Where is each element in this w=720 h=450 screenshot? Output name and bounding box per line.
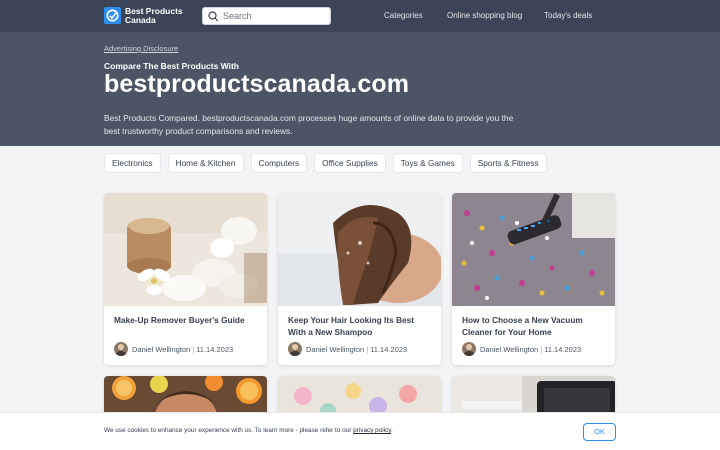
- category-chip-toys-games[interactable]: Toys & Games: [392, 153, 463, 173]
- hero-title: bestproductscanada.com: [104, 70, 410, 98]
- search-box[interactable]: [202, 7, 331, 25]
- article-date: 11.14.2023: [196, 344, 234, 354]
- search-input[interactable]: [223, 9, 327, 23]
- article-card[interactable]: How to Choose a New Vacuum Cleaner for Y…: [452, 193, 615, 365]
- article-card[interactable]: Keep Your Hair Looking Its Best With a N…: [278, 193, 441, 365]
- author-avatar: [462, 342, 476, 356]
- meta-separator: |: [540, 344, 543, 354]
- privacy-policy-link[interactable]: privacy policy: [353, 427, 391, 434]
- category-chip-sports-fitness[interactable]: Sports & Fitness: [469, 153, 547, 173]
- article-image-vacuum-confetti: [452, 193, 615, 306]
- cookie-text: We use cookies to enhance your experienc…: [104, 427, 354, 434]
- author-avatar: [288, 342, 302, 356]
- cookie-ok-button[interactable]: OK: [583, 423, 616, 441]
- search-icon: [208, 11, 219, 22]
- article-meta: Daniel Wellington | 11.14.2023: [288, 342, 407, 356]
- article-title[interactable]: Make-Up Remover Buyer's Guide: [114, 314, 260, 326]
- author-name: Daniel Wellington: [132, 344, 191, 354]
- cookie-message: We use cookies to enhance your experienc…: [104, 427, 393, 434]
- site-logo[interactable]: Best Products Canada: [104, 7, 183, 24]
- category-chip-office-supplies[interactable]: Office Supplies: [314, 153, 386, 173]
- hero-section: Advertising Disclosure Compare The Best …: [0, 32, 720, 146]
- author-name: Daniel Wellington: [306, 344, 365, 354]
- cookie-text-end: .: [391, 427, 393, 434]
- meta-separator: |: [192, 344, 195, 354]
- category-chip-home-kitchen[interactable]: Home & Kitchen: [167, 153, 244, 173]
- logo-text: Best Products Canada: [125, 7, 183, 24]
- nav-categories-link[interactable]: Categories: [384, 11, 423, 20]
- article-meta: Daniel Wellington | 11.14.2023: [114, 342, 233, 356]
- category-chips: Electronics Home & Kitchen Computers Off…: [104, 153, 547, 173]
- author-name: Daniel Wellington: [480, 344, 539, 354]
- category-chip-computers[interactable]: Computers: [250, 153, 308, 173]
- hero-description: Best Products Compared. bestproductscana…: [104, 113, 514, 136]
- advertising-disclosure-link[interactable]: Advertising Disclosure: [104, 44, 178, 53]
- logo-line-2: Canada: [125, 14, 156, 25]
- author-avatar: [114, 342, 128, 356]
- article-image-hair-washing: [278, 193, 441, 306]
- article-date: 11.14.2023: [544, 344, 582, 354]
- logo-icon: [104, 7, 121, 24]
- article-date: 11.14.2023: [370, 344, 408, 354]
- cookie-banner: We use cookies to enhance your experienc…: [0, 412, 720, 450]
- article-title[interactable]: How to Choose a New Vacuum Cleaner for Y…: [462, 314, 608, 338]
- article-image-makeup-pads: [104, 193, 267, 306]
- nav-deals-link[interactable]: Today's deals: [544, 11, 592, 20]
- article-title[interactable]: Keep Your Hair Looking Its Best With a N…: [288, 314, 434, 338]
- article-card[interactable]: Make-Up Remover Buyer's Guide Daniel Wel…: [104, 193, 267, 365]
- category-chip-electronics[interactable]: Electronics: [104, 153, 161, 173]
- article-meta: Daniel Wellington | 11.14.2023: [462, 342, 581, 356]
- meta-separator: |: [366, 344, 369, 354]
- top-navbar: Best Products Canada Categories Online s…: [0, 0, 720, 32]
- nav-blog-link[interactable]: Online shopping blog: [447, 11, 522, 20]
